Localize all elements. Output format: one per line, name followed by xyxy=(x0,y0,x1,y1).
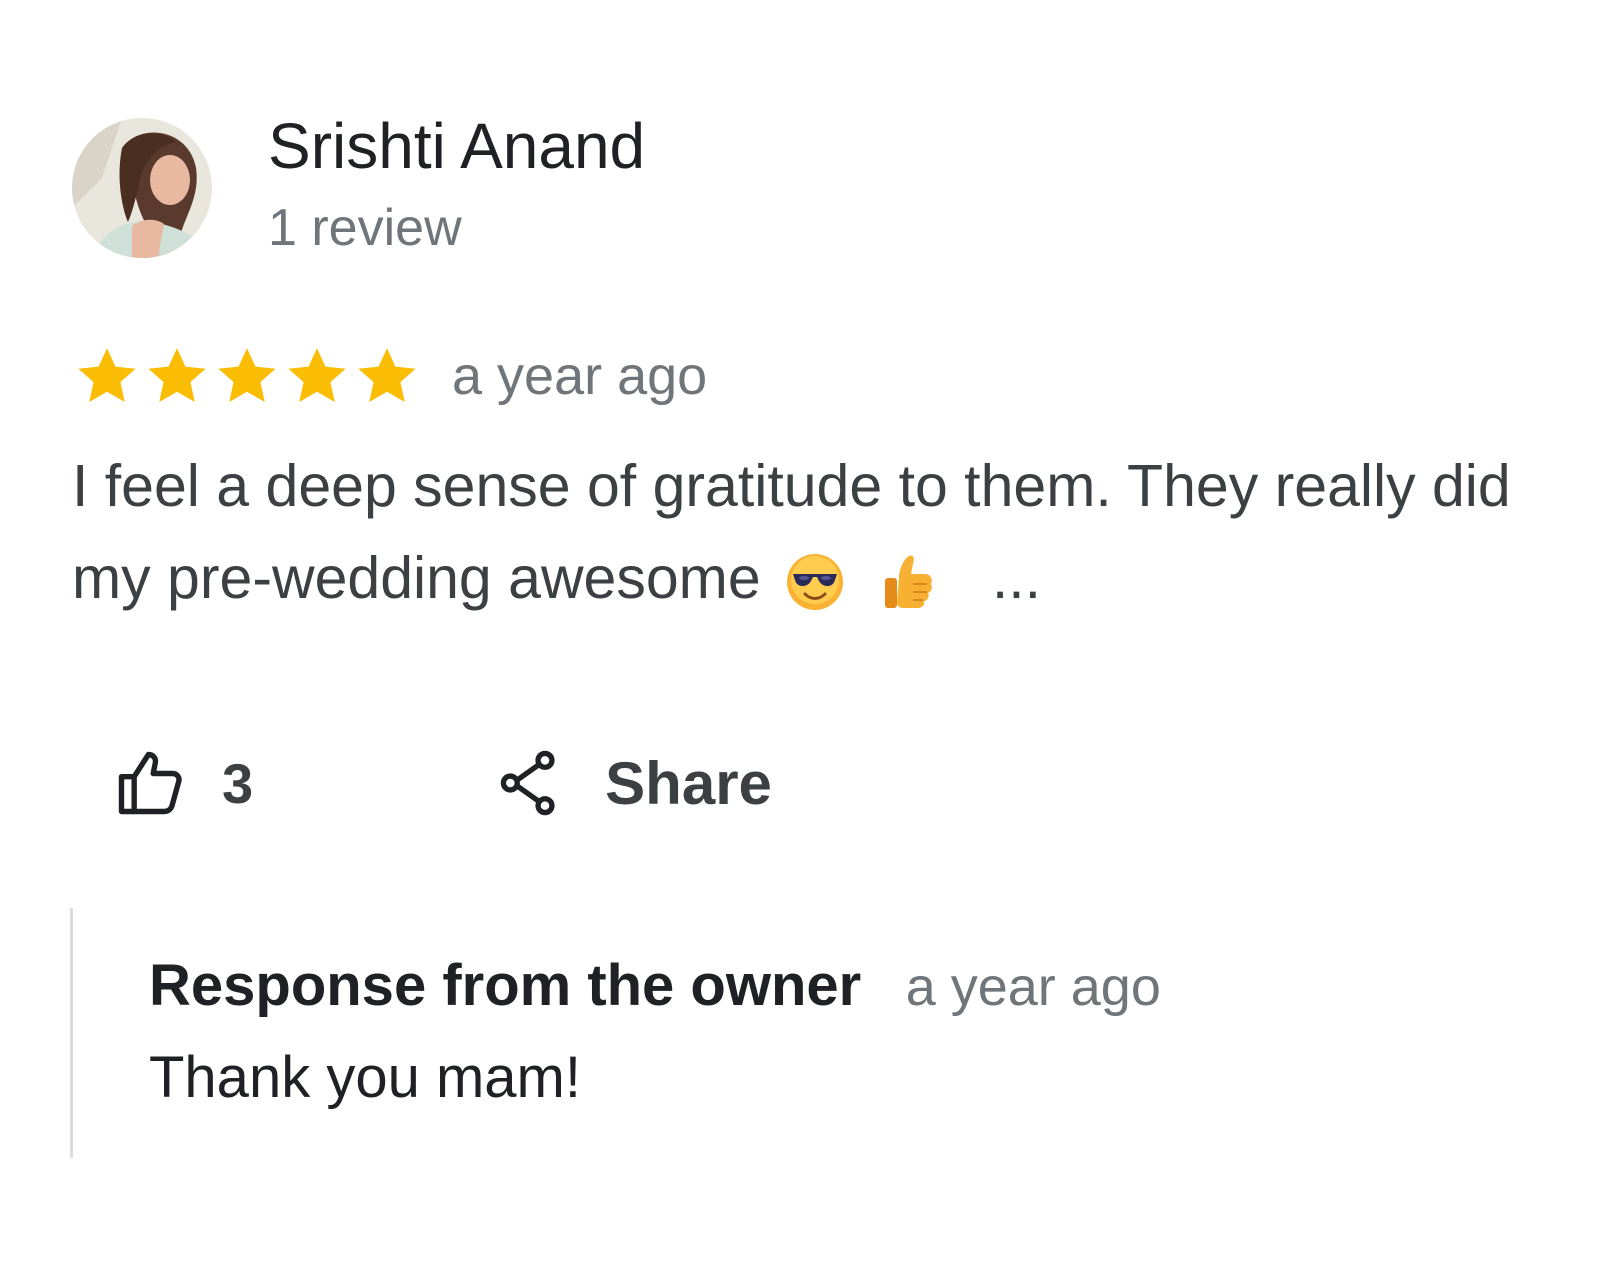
owner-response-header: Response from the owner a year ago xyxy=(149,952,1161,1019)
reviewer-avatar[interactable] xyxy=(72,118,212,258)
thumbs-up-icon xyxy=(112,745,188,821)
star-icon xyxy=(352,341,422,411)
sunglasses-face-emoji-icon xyxy=(783,550,847,614)
review-time: a year ago xyxy=(452,346,708,406)
avatar-photo-icon xyxy=(72,118,212,258)
reviewer-name[interactable]: Srishti Anand xyxy=(268,108,645,184)
owner-response-text: Thank you mam! xyxy=(149,1045,581,1110)
review-body: I feel a deep sense of gratitude to them… xyxy=(72,440,1572,624)
star-icon xyxy=(282,341,352,411)
star-icon xyxy=(142,341,212,411)
owner-response-time: a year ago xyxy=(905,957,1161,1017)
share-button[interactable]: Share xyxy=(497,747,772,819)
reviewer-review-count[interactable]: 1 review xyxy=(268,196,462,260)
rating-row: a year ago xyxy=(72,338,707,414)
owner-response-title: Response from the owner xyxy=(149,953,862,1018)
like-count: 3 xyxy=(222,751,254,815)
more-link[interactable]: ... xyxy=(992,545,1041,611)
share-label: Share xyxy=(605,749,772,817)
star-rating xyxy=(72,341,422,411)
owner-response: Response from the owner a year ago Thank… xyxy=(70,908,1473,1158)
star-icon xyxy=(72,341,142,411)
like-button[interactable]: 3 xyxy=(112,745,253,821)
review-card: Srishti Anand 1 review a year ago I feel… xyxy=(0,0,1600,1280)
star-icon xyxy=(212,341,282,411)
review-actions: 3 Share xyxy=(112,738,772,828)
share-icon xyxy=(497,747,561,819)
thumbs-up-emoji-icon xyxy=(875,550,939,614)
